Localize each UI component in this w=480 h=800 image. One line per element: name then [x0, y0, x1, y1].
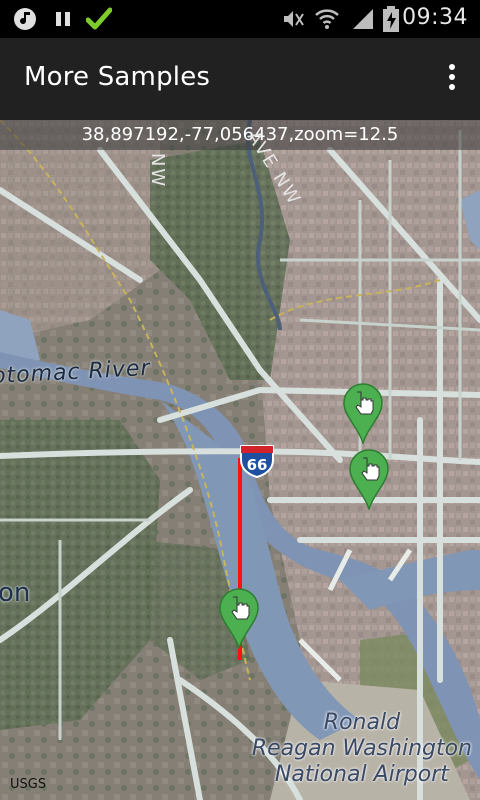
- map-marker-3[interactable]: [218, 587, 260, 649]
- status-bar: 09:34: [0, 0, 480, 38]
- clock: 09:34: [402, 5, 468, 30]
- interstate-66-shield: 66: [240, 445, 274, 478]
- wifi-icon: [314, 6, 340, 32]
- pause-icon: [54, 6, 72, 32]
- battery-icon: [382, 6, 400, 32]
- map-attribution: USGS: [10, 777, 47, 792]
- overflow-menu-icon[interactable]: [446, 64, 458, 96]
- coordinates-readout: 38,897192,-77,056437,zoom=12.5: [0, 120, 480, 150]
- music-note-icon: [12, 6, 38, 32]
- signal-icon: [349, 6, 375, 32]
- action-bar: More Samples: [0, 38, 480, 120]
- app-title: More Samples: [24, 62, 211, 92]
- map-view[interactable]: 38,897192,-77,056437,zoom=12.5 NW AVE NW…: [0, 120, 480, 800]
- mute-icon: [281, 6, 305, 32]
- map-marker-2[interactable]: [348, 448, 390, 510]
- map-marker-1[interactable]: [342, 382, 384, 444]
- checkmark-icon: [86, 6, 112, 32]
- highway-shield-number: 66: [247, 456, 268, 474]
